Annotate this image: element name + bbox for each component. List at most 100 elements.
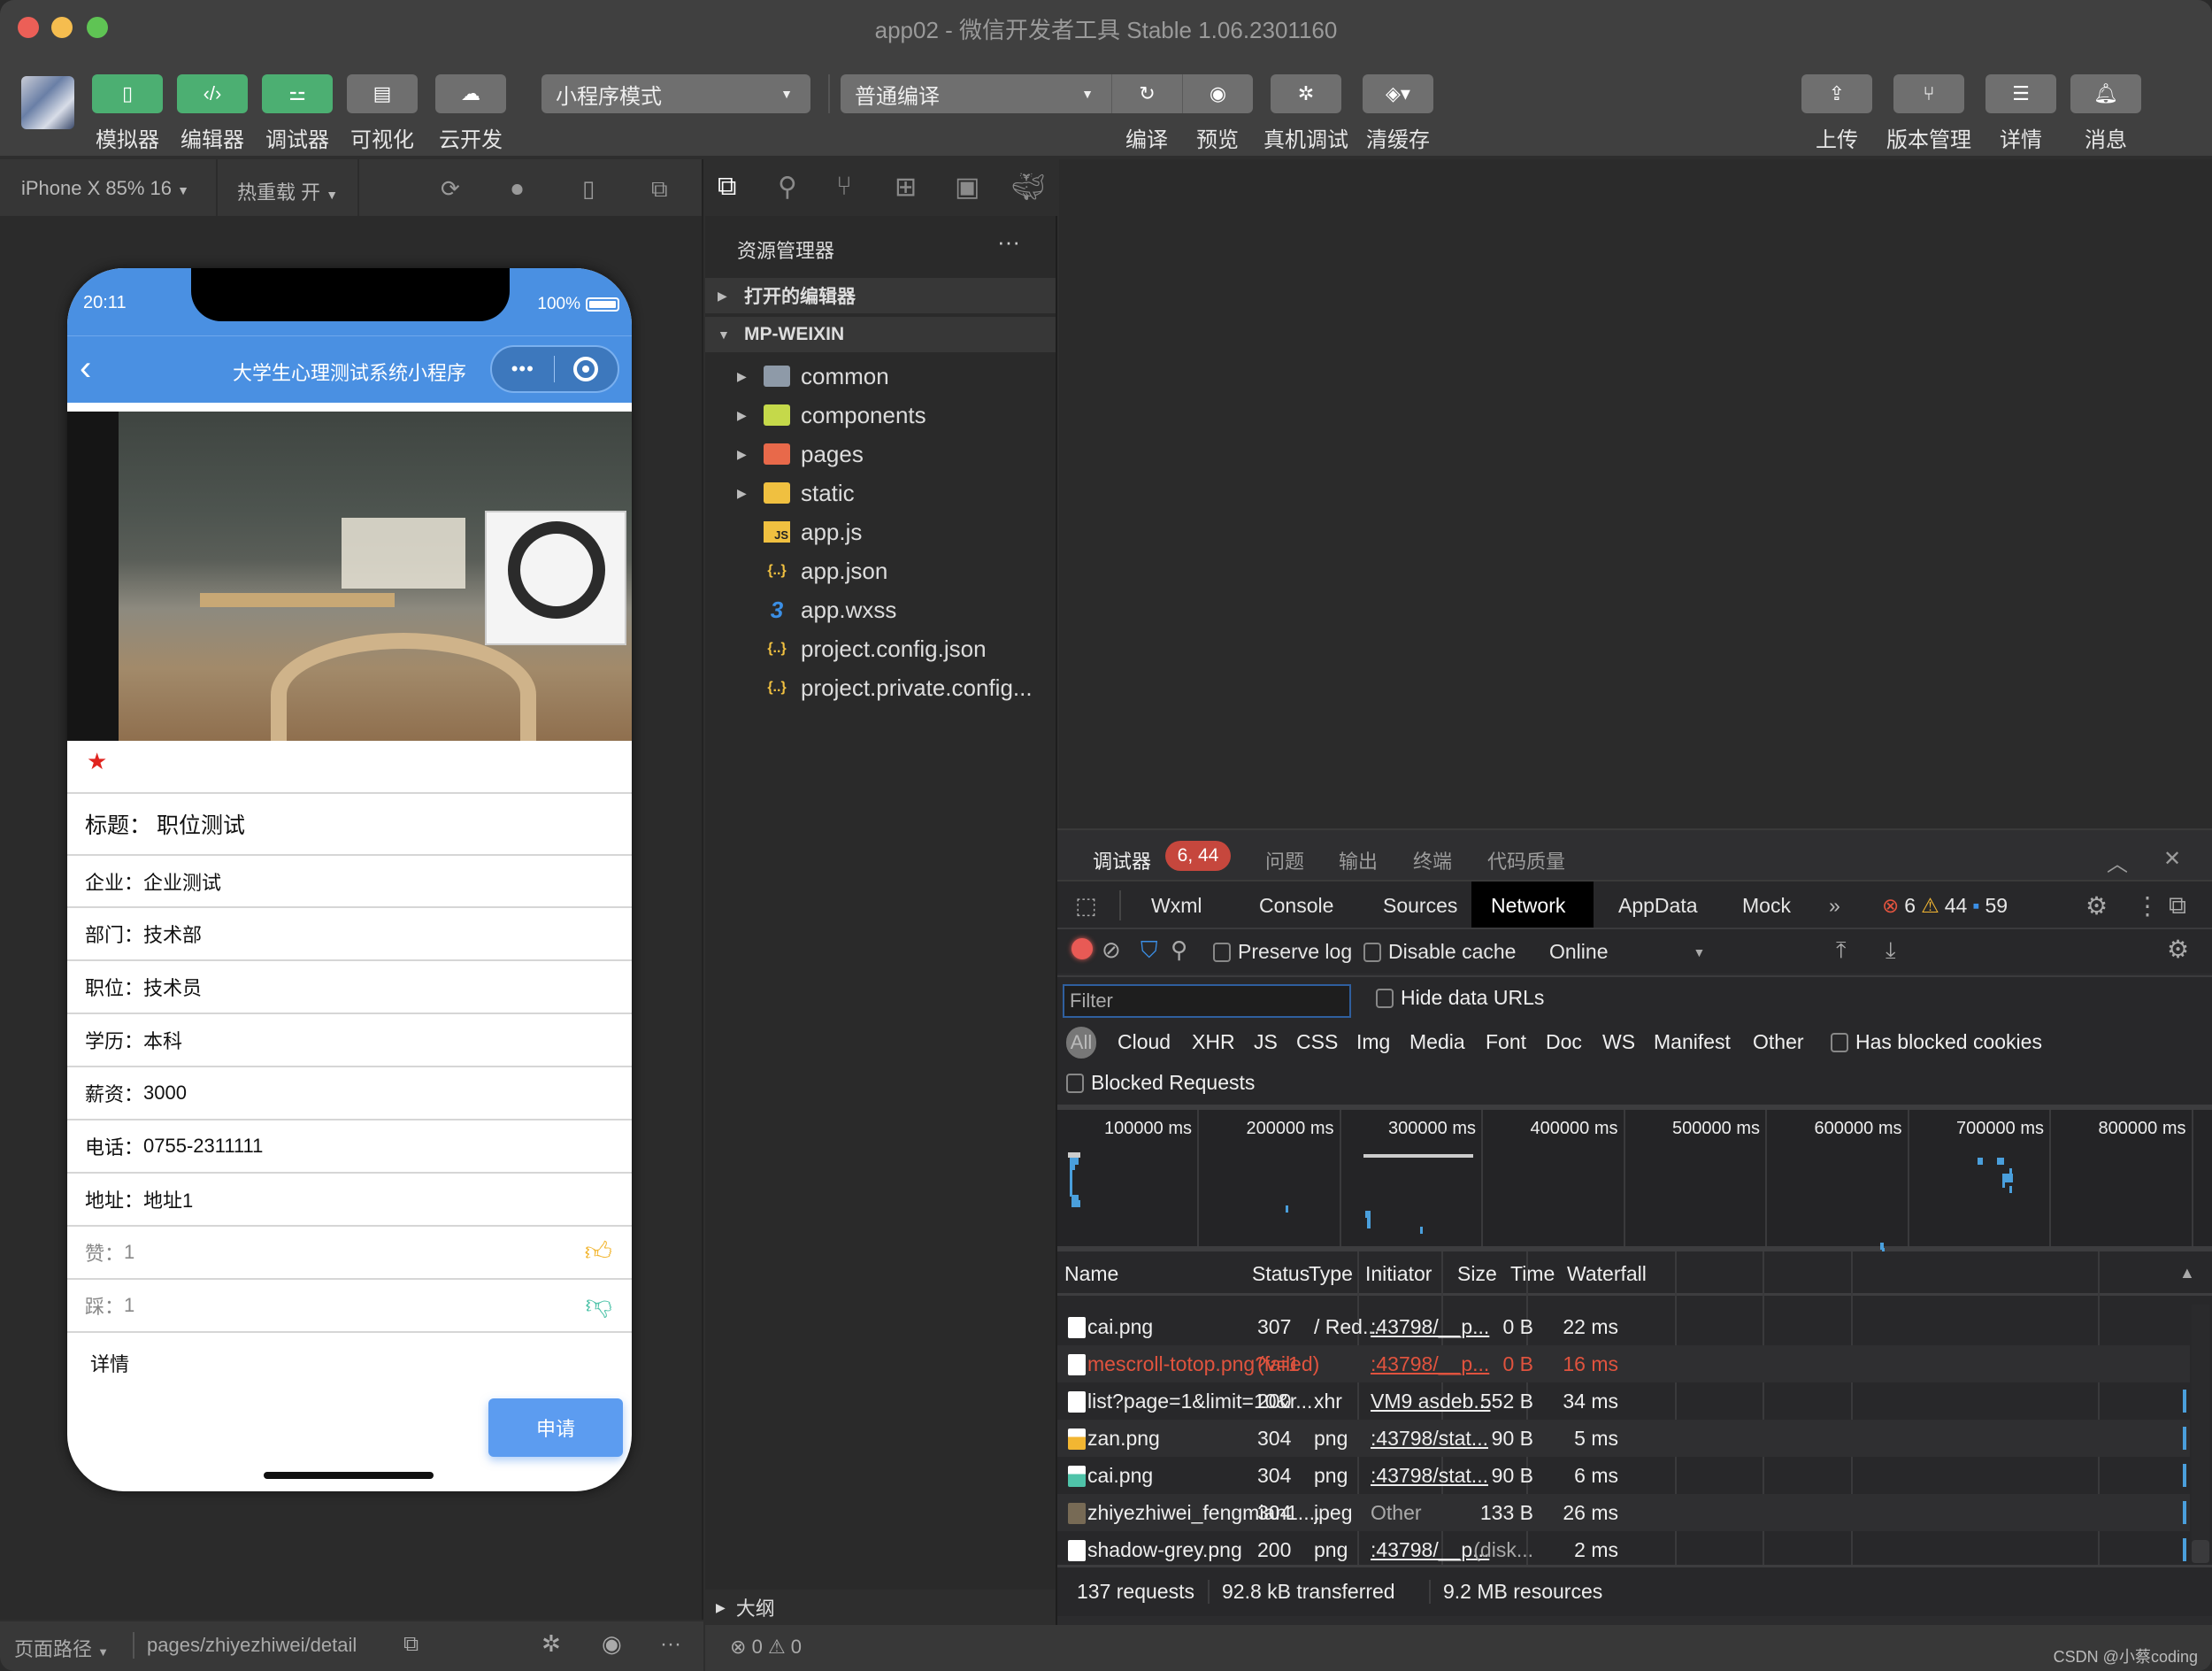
thumbs-down-icon[interactable]: 👎︎ xyxy=(586,1290,612,1321)
filter-ws[interactable]: WS xyxy=(1602,1030,1635,1054)
device-icon[interactable]: ▯ xyxy=(582,175,595,203)
column-type[interactable]: Type xyxy=(1309,1262,1353,1286)
checkbox[interactable] xyxy=(1213,942,1231,962)
column-status[interactable]: Status xyxy=(1252,1262,1310,1286)
like-row[interactable]: 赞： 1 👍︎ xyxy=(67,1225,632,1278)
network-settings-icon[interactable]: ⚙ xyxy=(2167,935,2189,964)
filter-cloud[interactable]: Cloud xyxy=(1118,1030,1171,1054)
scrollbar-thumb[interactable] xyxy=(2192,1540,2209,1563)
table-row-partial[interactable] xyxy=(1057,1298,2190,1308)
project-section[interactable]: ▼ MP-WEIXIN xyxy=(705,317,1056,352)
remote-debug-button[interactable]: ✲ xyxy=(1271,74,1341,113)
mode-select[interactable]: 小程序模式 ▼ xyxy=(541,74,810,113)
filter-xhr[interactable]: XHR xyxy=(1192,1030,1235,1054)
tree-item-components[interactable]: ▶ components xyxy=(705,397,1056,434)
table-scrollbar[interactable] xyxy=(2192,1305,2209,1563)
collapse-panel-icon[interactable]: ︿ xyxy=(2107,846,2128,877)
tab-output[interactable]: 输出 xyxy=(1339,846,1378,874)
favorite-star-icon[interactable]: ★ xyxy=(87,748,107,775)
export-har-icon[interactable]: ⤓ xyxy=(1886,936,1896,965)
table-row[interactable]: cai.png 307/ Red...:43798/__p... 0 B 22 ms xyxy=(1057,1308,2190,1345)
filter-doc[interactable]: Doc xyxy=(1546,1030,1582,1054)
debugger-toggle-button[interactable]: ⚍ xyxy=(262,74,333,113)
tab-console[interactable]: Console xyxy=(1240,882,1353,929)
filter-js[interactable]: JS xyxy=(1254,1030,1278,1054)
source-control-icon[interactable]: ⑂ xyxy=(836,172,852,202)
cloud-dev-button[interactable]: ☁ xyxy=(435,74,506,113)
stop-icon[interactable]: ⏺ xyxy=(511,175,523,204)
filter-css[interactable]: CSS xyxy=(1296,1030,1338,1054)
messages-button[interactable]: 🔔︎ xyxy=(2070,74,2141,113)
user-avatar[interactable] xyxy=(21,76,74,129)
undock-icon[interactable]: ⧉ xyxy=(2149,882,2206,929)
sort-ascending-icon[interactable]: ▲ xyxy=(2179,1264,2195,1282)
eye-icon[interactable]: ◉ xyxy=(602,1630,622,1658)
disable-cache-checkbox[interactable]: Disable cache xyxy=(1363,940,1516,964)
filter-media[interactable]: Media xyxy=(1409,1030,1465,1054)
details-button[interactable]: ☰ xyxy=(1985,74,2056,113)
files-icon[interactable]: ⧉ xyxy=(718,172,736,202)
column-size[interactable]: Size xyxy=(1457,1262,1497,1286)
checkbox[interactable] xyxy=(1831,1032,1848,1052)
tree-item-app-wxss[interactable]: 3 app.wxss xyxy=(705,591,1056,628)
clear-cache-button[interactable]: ◈▾ xyxy=(1363,74,1433,113)
column-time[interactable]: Time xyxy=(1510,1262,1555,1286)
tab-appdata[interactable]: AppData xyxy=(1599,882,1717,929)
close-mini-program-button[interactable] xyxy=(555,357,618,381)
page-path-select[interactable]: 页面路径 ▼ xyxy=(14,1634,109,1662)
copy-icon[interactable]: ⧉ xyxy=(403,1632,419,1657)
filter-other[interactable]: Other xyxy=(1753,1030,1804,1054)
checkbox[interactable] xyxy=(1363,942,1381,962)
device-select[interactable]: iPhone X 85% 16 ▼ xyxy=(21,177,189,200)
compile-mode-select[interactable]: 普通编译 ▼ xyxy=(841,74,1111,113)
tab-wxml[interactable]: Wxml xyxy=(1132,882,1221,929)
dislike-row[interactable]: 踩： 1 👎︎ xyxy=(67,1278,632,1331)
search-icon[interactable]: ⚲ xyxy=(1171,936,1187,964)
tab-sources[interactable]: Sources xyxy=(1363,882,1477,929)
editor-area[interactable] xyxy=(1059,159,2212,828)
clear-icon[interactable]: ⊘ xyxy=(1102,936,1121,964)
import-har-icon[interactable]: ⤒ xyxy=(1836,936,1847,965)
hot-reload-select[interactable]: 热重载 开 ▼ xyxy=(237,177,338,205)
filter-input[interactable]: Filter xyxy=(1063,984,1351,1018)
throttle-select[interactable]: Online ▼ xyxy=(1549,940,1705,964)
problems-status[interactable]: ⊗ 0 ⚠ 0 xyxy=(730,1636,802,1659)
simulator-toggle-button[interactable]: ▯ xyxy=(92,74,163,113)
filter-img[interactable]: Img xyxy=(1356,1030,1390,1054)
more-icon[interactable]: ··· xyxy=(660,1632,681,1657)
record-button[interactable] xyxy=(1071,938,1093,959)
table-row[interactable]: list?page=1&limit=10&r... 200 xhr VM9 asdeb… xyxy=(1057,1382,2190,1420)
tree-item-project-private-config[interactable]: {..} project.private.config... xyxy=(705,669,1056,706)
table-row[interactable]: cai.png 304 png:43798/stat... 90 B6 ms xyxy=(1057,1457,2190,1494)
table-row[interactable]: zhiyezhiwei_fengmian1.... 304 jpeg Other 133… xyxy=(1057,1494,2190,1531)
outline-section[interactable]: ▶ 大纲 xyxy=(705,1590,1057,1625)
inspect-element-icon[interactable]: ⬚ xyxy=(1057,882,1115,929)
version-control-button[interactable]: ⑂ xyxy=(1893,74,1964,113)
open-editors-section[interactable]: ▶ 打开的编辑器 xyxy=(705,278,1056,313)
tab-problems[interactable]: 问题 xyxy=(1265,846,1304,874)
extensions-icon[interactable]: ⊞ xyxy=(895,172,917,203)
table-row[interactable]: mescroll-totop.png?v=1 (failed):43798/__p… xyxy=(1057,1345,2190,1382)
visual-toggle-button[interactable]: ▤ xyxy=(347,74,418,113)
layout-panel-icon[interactable]: ▣ xyxy=(955,172,979,203)
more-tabs-icon[interactable]: » xyxy=(1809,882,1860,929)
apply-button[interactable]: 申请 xyxy=(488,1398,623,1457)
rotate-icon[interactable]: ⟳ xyxy=(441,175,460,203)
console-counts[interactable]: ⊗ 6 ⚠ 44 ▪ 59 xyxy=(1871,882,2018,929)
tab-network[interactable]: Network xyxy=(1471,882,1594,929)
docker-icon[interactable]: 🐳︎ xyxy=(1011,172,1045,203)
table-row[interactable]: zan.png 304 png:43798/stat... 90 B5 ms xyxy=(1057,1420,2190,1457)
thumbs-up-icon[interactable]: 👍︎ xyxy=(585,1236,612,1268)
bug-icon[interactable]: ✲ xyxy=(541,1630,561,1658)
tree-item-app-js[interactable]: JS app.js xyxy=(705,513,1056,551)
more-icon[interactable]: ••• xyxy=(492,358,554,381)
table-row[interactable]: shadow-grey.png 200 png:43798/__p... (disk.… xyxy=(1057,1531,2190,1568)
editor-toggle-button[interactable]: ‹/› xyxy=(177,74,248,113)
hide-data-urls-checkbox[interactable]: Hide data URLs xyxy=(1376,986,1544,1010)
column-initiator[interactable]: Initiator xyxy=(1365,1262,1432,1286)
tab-code-quality[interactable]: 代码质量 xyxy=(1487,846,1565,874)
close-panel-icon[interactable]: ✕ xyxy=(2163,846,2181,872)
tab-terminal[interactable]: 终端 xyxy=(1413,846,1452,874)
upload-button[interactable]: ⇪ xyxy=(1801,74,1872,113)
tab-debugger[interactable]: 调试器 xyxy=(1093,846,1152,887)
